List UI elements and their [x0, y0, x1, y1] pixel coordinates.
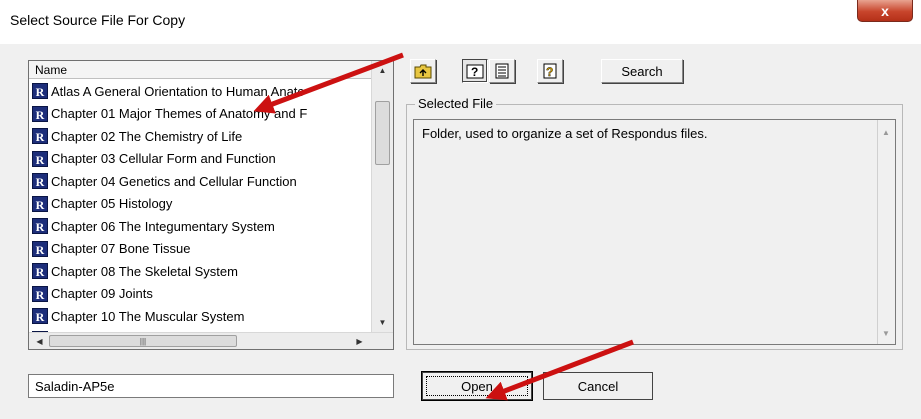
list-item-label: Chapter 02 The Chemistry of Life: [51, 128, 243, 144]
respondus-file-icon: R: [32, 240, 48, 257]
list-item-label: Atlas A General Orientation to Human Ana…: [51, 83, 304, 99]
scroll-left-icon[interactable]: ◀: [31, 333, 48, 349]
list-view-button[interactable]: [489, 59, 515, 83]
list-item[interactable]: R Chapter 03 Cellular Form and Function: [29, 148, 371, 171]
cancel-button[interactable]: Cancel: [543, 372, 653, 400]
open-label: Open: [461, 378, 493, 394]
help-detail-icon: ?: [466, 64, 484, 79]
svg-text:?: ?: [471, 65, 478, 79]
help-button[interactable]: ?: [537, 59, 563, 83]
file-list[interactable]: Name R Atlas A General Orientation to Hum…: [28, 60, 394, 350]
column-header-label: Name: [35, 63, 68, 77]
close-button[interactable]: x: [857, 0, 913, 22]
list-item[interactable]: R Chapter 02 The Chemistry of Life: [29, 125, 371, 148]
list-item[interactable]: R Chapter 05 Histology: [29, 193, 371, 216]
cancel-label: Cancel: [577, 378, 619, 394]
list-item[interactable]: R Chapter 06 The Integumentary System: [29, 215, 371, 238]
respondus-file-icon: R: [32, 128, 48, 145]
list-item-label: Chapter 10 The Muscular System: [51, 308, 245, 324]
list-item-label: Chapter 05 Histology: [51, 196, 173, 212]
respondus-file-icon: R: [32, 150, 48, 167]
search-button[interactable]: Search: [601, 59, 683, 83]
list-item-label: Chapter 09 Joints: [51, 286, 153, 302]
respondus-file-icon: R: [32, 218, 48, 235]
close-icon: x: [881, 2, 889, 19]
list-item-label: Chapter 07 Bone Tissue: [51, 241, 191, 257]
selected-file-group: Selected File Folder, used to organize a…: [406, 96, 903, 350]
list-item[interactable]: R Chapter 04 Genetics and Cellular Functi…: [29, 170, 371, 193]
list-item-label: Chapter 01 Major Themes of Anatomy and F: [51, 106, 308, 122]
vertical-scrollbar[interactable]: ▲ ▼: [371, 61, 393, 334]
respondus-file-icon: R: [32, 263, 48, 280]
list-item-label: Chapter 04 Genetics and Cellular Functio…: [51, 173, 297, 189]
respondus-file-icon: R: [32, 83, 48, 100]
scroll-thumb[interactable]: [375, 101, 390, 165]
column-header-name[interactable]: Name: [29, 61, 371, 79]
list-item[interactable]: R Chapter 10 The Muscular System: [29, 305, 371, 328]
respondus-file-icon: R: [32, 105, 48, 122]
list-item-label: Chapter 06 The Integumentary System: [51, 218, 275, 234]
scroll-right-icon[interactable]: ▶: [351, 333, 368, 349]
selected-file-description-box: Folder, used to organize a set of Respon…: [413, 119, 896, 345]
selected-file-description: Folder, used to organize a set of Respon…: [422, 126, 708, 141]
horizontal-scrollbar[interactable]: ◀ ||| ▶: [29, 332, 393, 349]
list-item[interactable]: R Chapter 08 The Skeletal System: [29, 260, 371, 283]
list-item-label: Chapter 08 The Skeletal System: [51, 263, 238, 279]
help-icon: ?: [543, 63, 557, 79]
respondus-file-icon: R: [32, 285, 48, 302]
respondus-file-icon: R: [32, 195, 48, 212]
search-label: Search: [621, 63, 663, 79]
list-item[interactable]: R Chapter 01 Major Themes of Anatomy and …: [29, 103, 371, 126]
detail-view-button[interactable]: ?: [462, 59, 488, 83]
list-item[interactable]: R Chapter 09 Joints: [29, 283, 371, 306]
selected-file-label: Selected File: [415, 96, 497, 111]
list-item[interactable]: R Chapter 07 Bone Tissue: [29, 238, 371, 261]
scroll-down-icon: ▼: [882, 329, 890, 338]
list-item[interactable]: R Atlas A General Orientation to Human An…: [29, 80, 371, 103]
scroll-up-icon[interactable]: ▲: [374, 62, 391, 79]
list-view-icon: [495, 63, 509, 79]
description-scrollbar: ▲ ▼: [877, 120, 895, 344]
svg-text:?: ?: [546, 65, 553, 79]
horizontal-scroll-thumb[interactable]: |||: [49, 335, 237, 347]
open-button[interactable]: Open: [421, 371, 533, 401]
up-folder-icon: [414, 64, 432, 79]
window-title: Select Source File For Copy: [10, 12, 186, 28]
respondus-file-icon: R: [32, 308, 48, 325]
list-item-label: Chapter 03 Cellular Form and Function: [51, 151, 276, 167]
dialog-body: Name R Atlas A General Orientation to Hum…: [6, 44, 915, 419]
file-list-rows: R Atlas A General Orientation to Human An…: [29, 80, 371, 334]
scroll-down-icon[interactable]: ▼: [374, 314, 391, 331]
respondus-file-icon: R: [32, 173, 48, 190]
up-folder-button[interactable]: [410, 59, 436, 83]
title-bar: Select Source File For Copy x: [0, 0, 921, 44]
filename-input[interactable]: [28, 374, 394, 398]
scroll-up-icon: ▲: [882, 128, 890, 137]
